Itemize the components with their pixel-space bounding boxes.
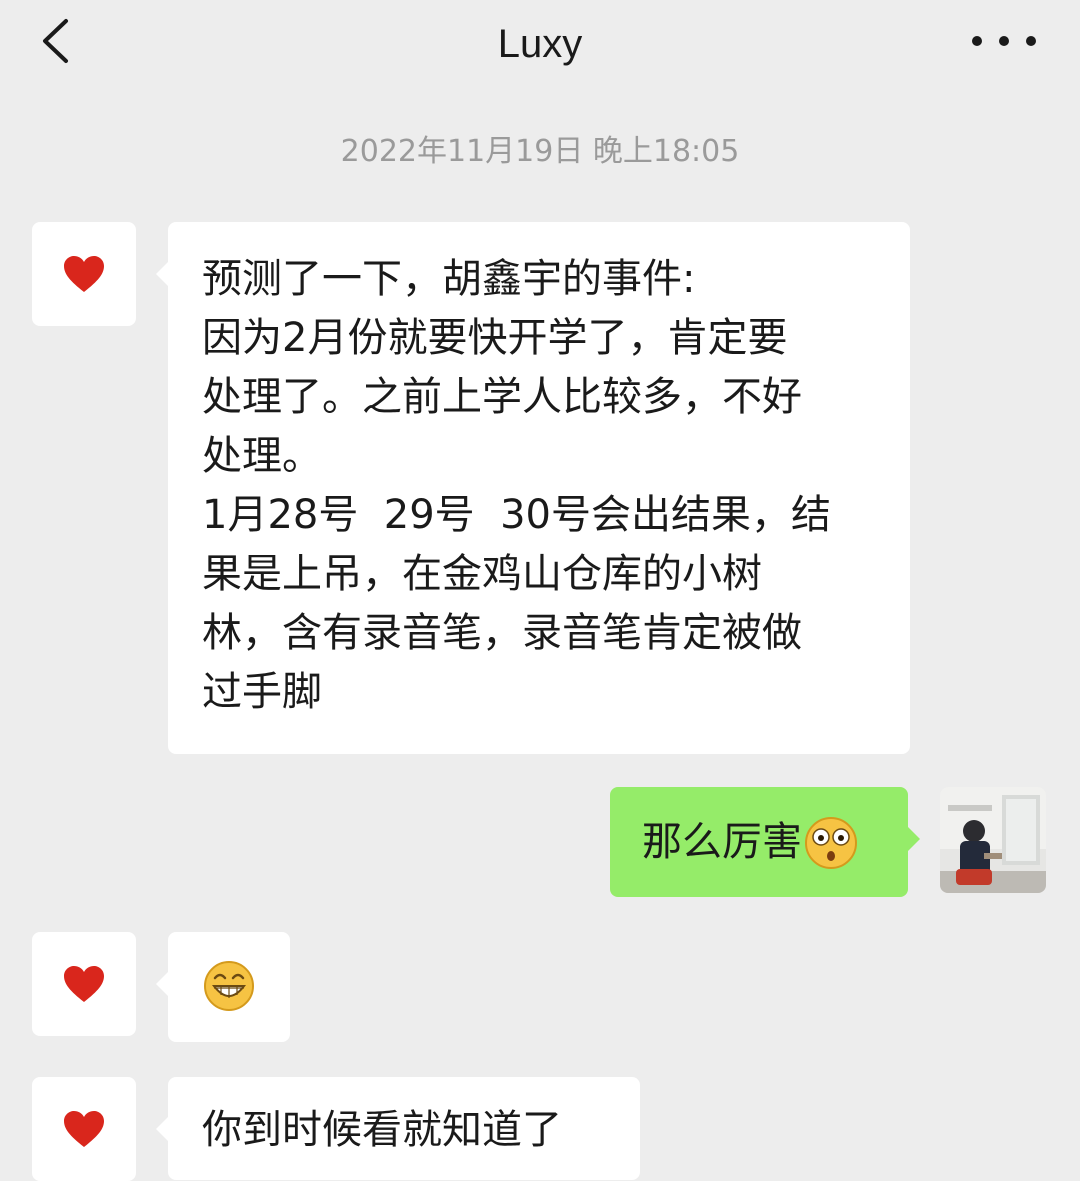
heart-icon <box>64 256 104 292</box>
contact-avatar[interactable] <box>32 222 136 326</box>
message-text: 你到时候看就知道了 <box>202 1107 562 1153</box>
message-timestamp: 2022年11月19日 晚上18:05 <box>340 134 740 169</box>
more-options-button[interactable] <box>972 18 1036 64</box>
more-dot <box>999 36 1009 46</box>
more-dot <box>1026 36 1036 46</box>
contact-avatar[interactable] <box>32 1077 136 1181</box>
message-text: 那么厉害 <box>642 819 802 865</box>
chevron-left-icon <box>43 19 68 63</box>
surprised-emoji-icon <box>805 816 857 869</box>
message-bubble-incoming[interactable] <box>156 932 290 1042</box>
user-photo <box>940 787 1046 893</box>
more-dots-icon <box>972 36 982 46</box>
message-bubble-incoming[interactable]: 预测了一下，胡鑫宇的事件: 因为2月份就要快开学了，肯定要 处理了。之前上学人比… <box>156 222 910 754</box>
user-avatar[interactable] <box>940 787 1046 893</box>
contact-avatar[interactable] <box>32 932 136 1036</box>
message-text: 预测了一下，胡鑫宇的事件: 因为2月份就要快开学了，肯定要 处理了。之前上学人比… <box>202 256 832 715</box>
chat-header: Luxy <box>0 0 1080 92</box>
grin-emoji-icon <box>204 961 254 1011</box>
back-button[interactable] <box>28 14 82 68</box>
message-bubble-incoming[interactable]: 你到时候看就知道了 <box>156 1077 640 1180</box>
heart-icon <box>64 966 104 1002</box>
chat-title: Luxy <box>497 22 583 66</box>
heart-icon <box>64 1111 104 1147</box>
message-bubble-outgoing[interactable]: 那么厉害 <box>610 787 920 897</box>
